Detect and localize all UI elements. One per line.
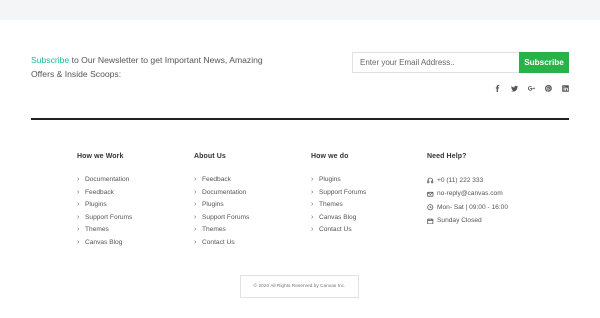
help-phone: +0 (11) 222 333 (427, 174, 508, 187)
chevron-right-icon: › (77, 213, 80, 221)
clock-icon (427, 204, 437, 211)
footer-link[interactable]: › Documentation (77, 174, 132, 187)
subscribe-button[interactable]: Subscribe (519, 52, 569, 73)
newsletter-text: Subscribe to Our Newsletter to get Impor… (31, 53, 271, 81)
subscribe-link[interactable]: Subscribe (31, 55, 69, 65)
chevron-right-icon: › (311, 213, 314, 221)
top-band (0, 0, 600, 20)
footer-link[interactable]: › Support Forums (77, 212, 132, 225)
twitter-icon[interactable] (509, 83, 519, 93)
chevron-right-icon: › (311, 201, 314, 209)
footer-divider (31, 118, 569, 120)
footer-col-about-us: About Us › Feedback › Documentation › Plugi… (194, 153, 249, 250)
chevron-right-icon: › (194, 188, 197, 196)
social-icons (492, 83, 570, 93)
footer-link[interactable]: › Contact Us (311, 224, 366, 237)
footer-link[interactable]: › Plugins (194, 199, 249, 212)
footer-link[interactable]: › Themes (311, 199, 366, 212)
help-hours: Mon- Sat | 09:00 - 16:00 (427, 201, 508, 214)
footer-link[interactable]: › Support Forums (311, 187, 366, 200)
footer-link[interactable]: › Plugins (311, 174, 366, 187)
chevron-right-icon: › (194, 238, 197, 246)
chevron-right-icon: › (194, 226, 197, 234)
email-icon (427, 191, 437, 198)
footer-link[interactable]: › Support Forums (194, 212, 249, 225)
chevron-right-icon: › (311, 176, 314, 183)
help-closed: Sunday Closed (427, 214, 508, 227)
col-title: How we Work (77, 153, 124, 160)
google-plus-icon[interactable] (526, 83, 536, 93)
footer-link[interactable]: › Themes (194, 224, 249, 237)
help-email[interactable]: no-reply@canvas.com (427, 187, 508, 200)
headphones-icon (427, 177, 437, 184)
footer-link[interactable]: › Canvas Blog (77, 237, 132, 250)
pinterest-icon[interactable] (543, 83, 553, 93)
footer-link[interactable]: › Feedback (77, 187, 132, 200)
copyright-box: © 2020 All Rights Reserved by Canvas Inc… (240, 275, 359, 298)
footer-col-how-we-do: How we do › Plugins › Support Forums › Them… (311, 153, 366, 237)
linkedin-icon[interactable] (560, 83, 570, 93)
footer-link[interactable]: › Feedback (194, 174, 249, 187)
chevron-right-icon: › (194, 201, 197, 209)
col-title: About Us (194, 153, 226, 160)
chevron-right-icon: › (77, 188, 80, 196)
chevron-right-icon: › (311, 188, 314, 196)
chevron-right-icon: › (194, 213, 197, 221)
copyright-text: © 2020 All Rights Reserved by Canvas Inc… (253, 284, 346, 289)
chevron-right-icon: › (77, 201, 80, 209)
footer-col-need-help: Need Help? +0 (11) 222 333 no-reply@canv… (427, 153, 508, 228)
footer-link[interactable]: › Contact Us (194, 237, 249, 250)
col-title: Need Help? (427, 153, 467, 160)
chevron-right-icon: › (311, 226, 314, 234)
footer-col-how-we-work: How we Work › Documentation › Feedback › Pl… (77, 153, 132, 250)
footer-link[interactable]: › Themes (77, 224, 132, 237)
chevron-right-icon: › (77, 176, 80, 183)
col-title: How we do (311, 153, 349, 160)
footer-link[interactable]: › Plugins (77, 199, 132, 212)
calendar-icon (427, 218, 437, 225)
facebook-icon[interactable] (492, 83, 502, 93)
chevron-right-icon: › (77, 226, 80, 234)
footer-link[interactable]: › Documentation (194, 187, 249, 200)
chevron-right-icon: › (77, 238, 80, 246)
chevron-right-icon: › (194, 176, 197, 183)
email-input[interactable] (352, 52, 519, 73)
footer-link[interactable]: › Canvas Blog (311, 212, 366, 225)
